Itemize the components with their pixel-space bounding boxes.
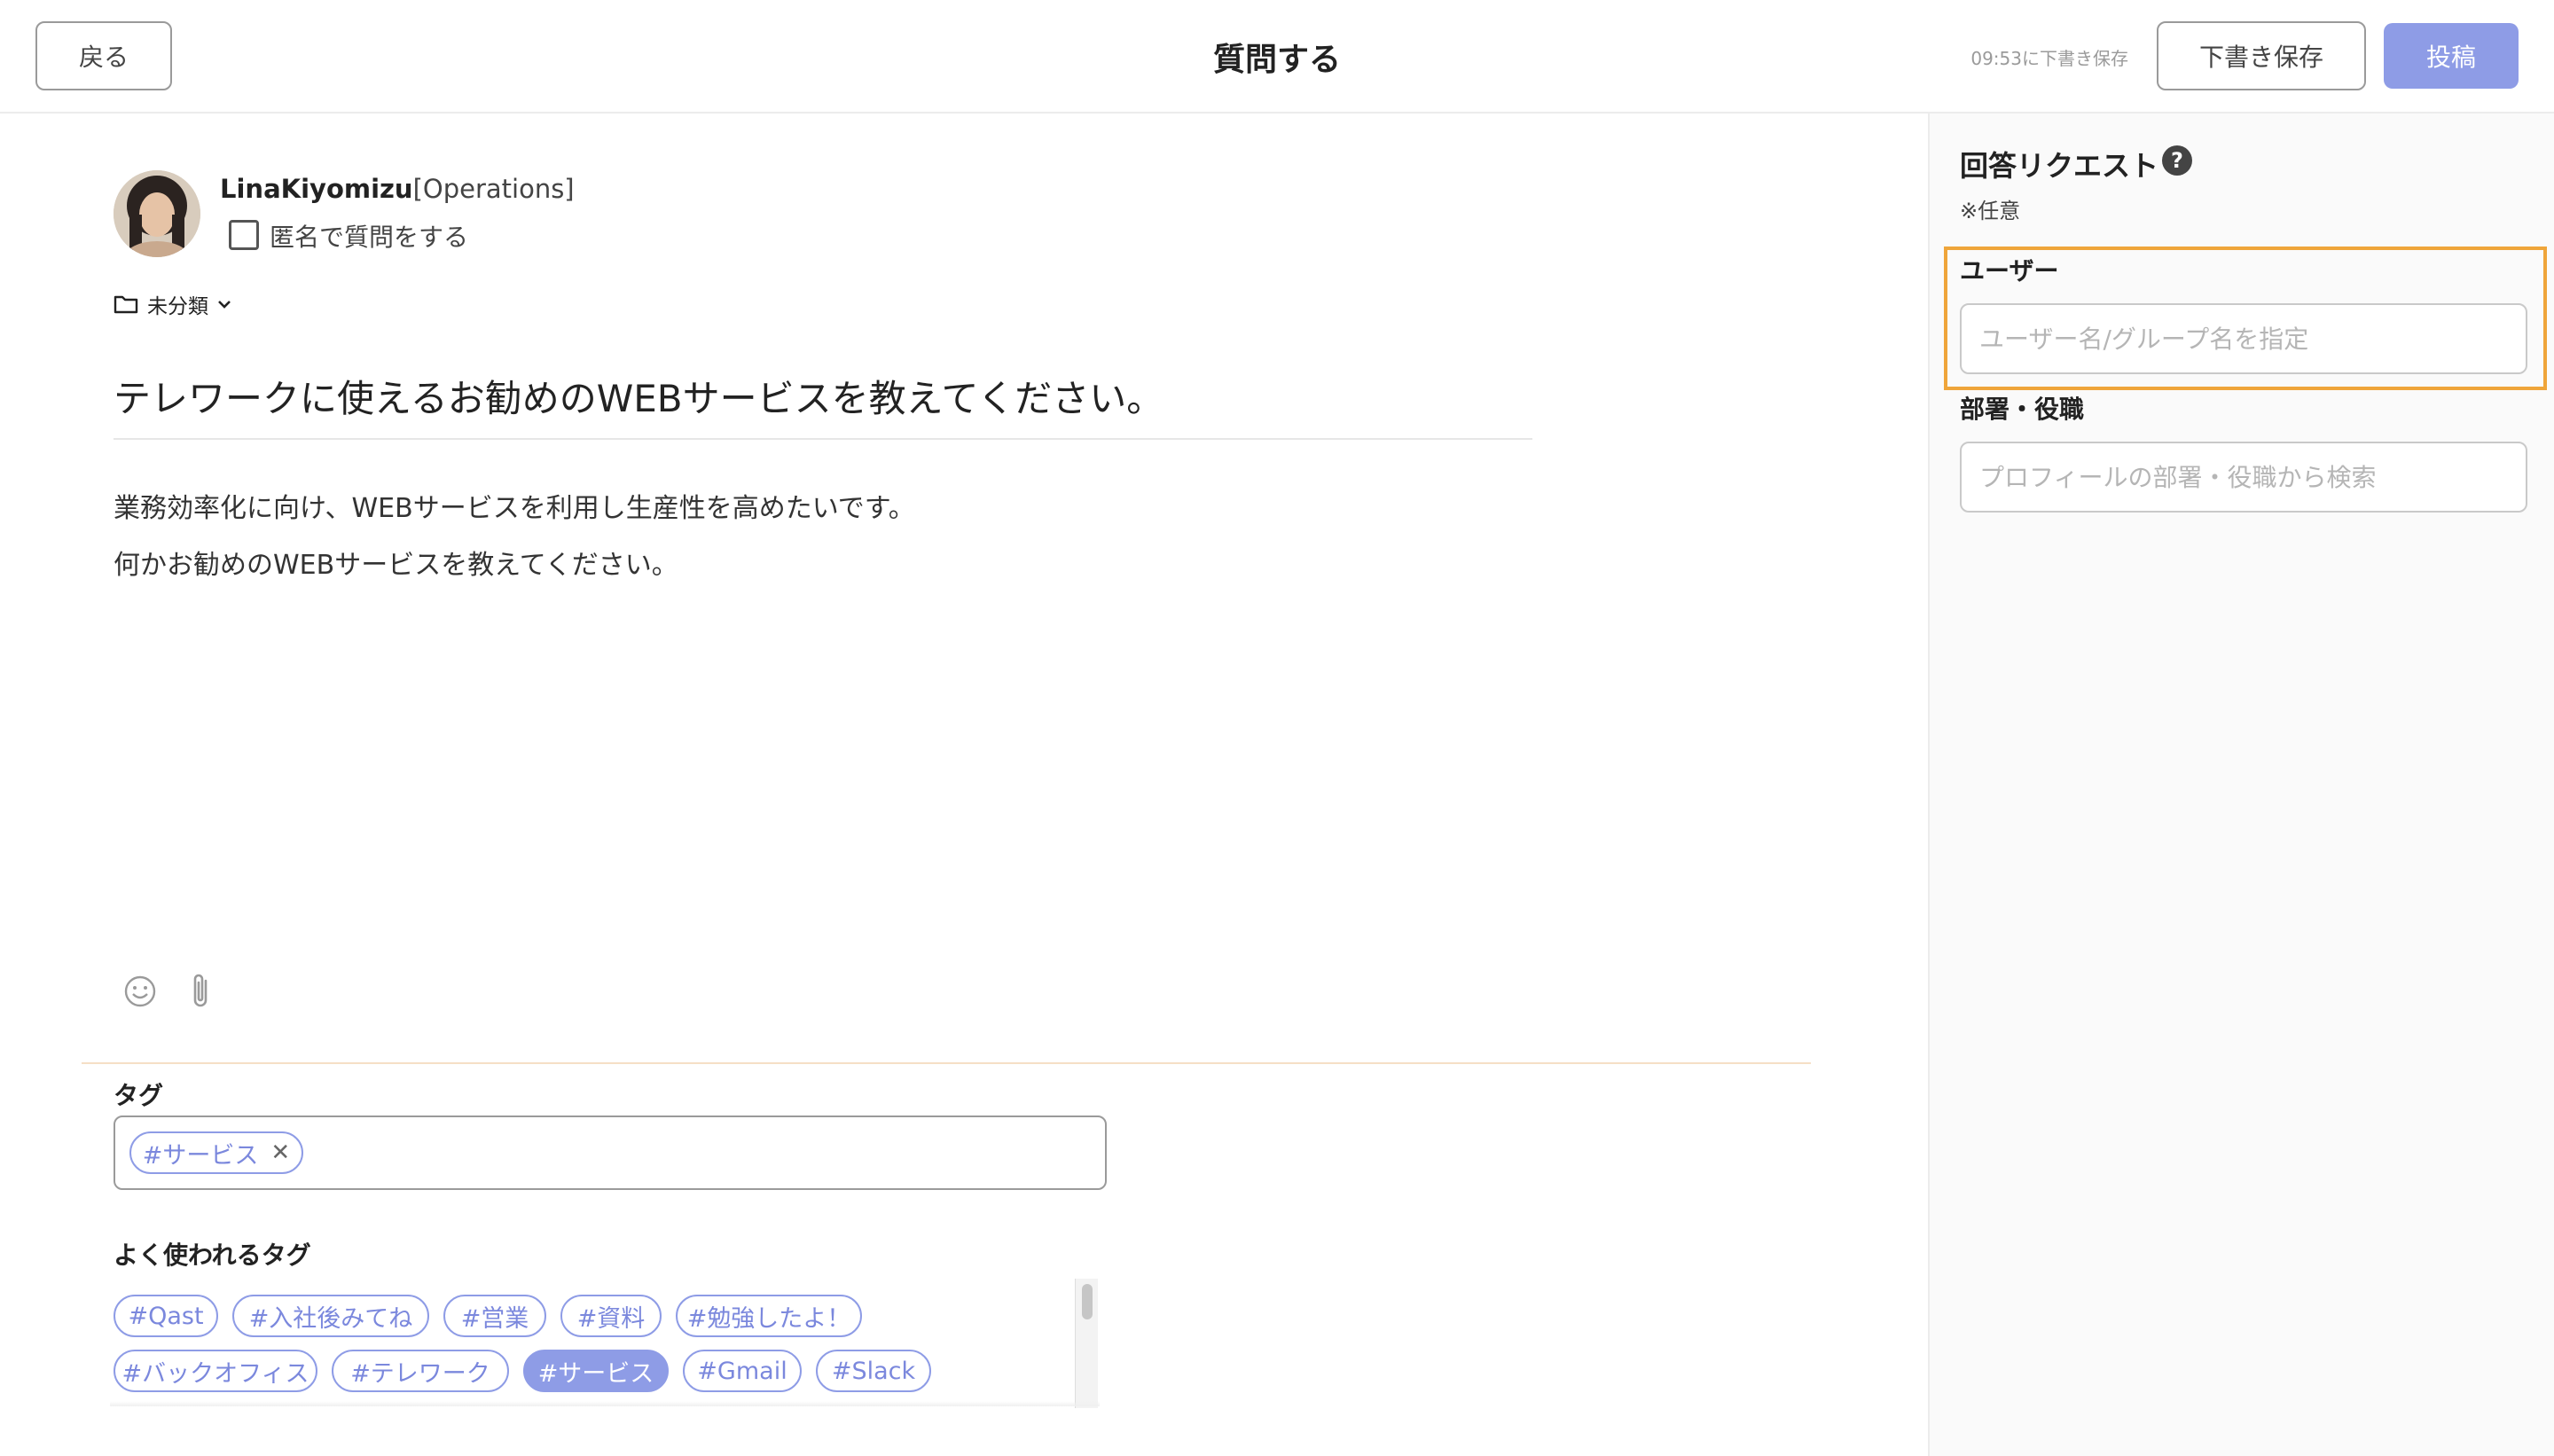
user-search-input[interactable]	[1960, 303, 2527, 374]
question-body[interactable]: 業務効率化に向け、WEBサービスを利用し生産性を高めたいです。 何かお勧めのWE…	[114, 481, 915, 594]
frequent-tag-chip[interactable]: #Gmail	[683, 1350, 802, 1392]
tags-scrollbar[interactable]	[1075, 1279, 1098, 1408]
category-label: 未分類	[147, 295, 208, 318]
title-divider	[114, 438, 1532, 440]
emoji-icon[interactable]	[122, 974, 158, 1009]
folder-icon	[114, 295, 138, 314]
list-fade	[110, 1401, 1100, 1406]
department-search-input[interactable]	[1960, 442, 2527, 513]
chevron-down-icon	[218, 301, 231, 309]
frequent-tag-chip-selected[interactable]: #サービス	[523, 1350, 669, 1392]
paperclip-icon[interactable]	[188, 970, 215, 1011]
save-draft-button[interactable]: 下書き保存	[2157, 21, 2366, 90]
post-button[interactable]: 投稿	[2384, 23, 2519, 89]
answer-request-panel: 回答リクエスト ? ※任意 ユーザー 部署・役職	[1928, 114, 2554, 1456]
question-title[interactable]: テレワークに使えるお勧めのWEBサービスを教えてください。	[114, 369, 1532, 423]
avatar	[114, 170, 200, 257]
anonymous-label[interactable]: 匿名で質問をする	[270, 218, 468, 254]
selected-tag-chip[interactable]: #サービス ✕	[129, 1131, 303, 1174]
top-bar: 戻る 質問する 09:53に下書き保存 下書き保存 投稿	[0, 0, 2554, 114]
question-body-line: 何かお勧めのWEBサービスを教えてください。	[114, 550, 678, 581]
editor-divider	[82, 1062, 1811, 1064]
help-icon[interactable]: ?	[2162, 145, 2192, 176]
remove-tag-icon[interactable]: ✕	[270, 1139, 290, 1166]
frequent-tag-chip[interactable]: #勉強したよ！	[676, 1295, 862, 1337]
anonymous-checkbox[interactable]	[229, 220, 259, 250]
frequent-tags-list: #Qast #入社後みてね #営業 #資料 #勉強したよ！ #バックオフィス #…	[110, 1275, 1100, 1405]
user-label: ユーザー	[1960, 256, 2059, 286]
author-department: [Operations]	[412, 174, 575, 204]
author-info: LinaKiyomizu[Operations]	[220, 174, 575, 204]
category-selector[interactable]: 未分類	[114, 289, 233, 319]
answer-request-title: 回答リクエスト	[1960, 149, 2159, 183]
department-label: 部署・役職	[1960, 395, 2085, 424]
frequent-tag-chip[interactable]: #テレワーク	[332, 1350, 509, 1392]
frequent-tags-label: よく使われるタグ	[114, 1241, 311, 1270]
question-body-line: 業務効率化に向け、WEBサービスを利用し生産性を高めたいです。	[114, 493, 915, 524]
frequent-tag-chip[interactable]: #Slack	[816, 1350, 931, 1392]
avatar-photo	[114, 170, 200, 257]
frequent-tag-chip[interactable]: #資料	[560, 1295, 662, 1337]
tag-input[interactable]: #サービス ✕	[114, 1115, 1107, 1190]
frequent-tag-chip[interactable]: #営業	[443, 1295, 546, 1337]
author-name: LinaKiyomizu	[220, 174, 413, 204]
tag-label: タグ	[114, 1081, 164, 1110]
frequent-tag-chip[interactable]: #Qast	[114, 1295, 218, 1337]
frequent-tag-chip[interactable]: #バックオフィス	[114, 1350, 317, 1392]
optional-note: ※任意	[1960, 199, 2021, 223]
draft-save-status: 09:53に下書き保存	[1970, 48, 2128, 69]
selected-tag-label: #サービス	[142, 1141, 259, 1170]
scrollbar-thumb[interactable]	[1082, 1284, 1093, 1319]
frequent-tag-chip[interactable]: #入社後みてね	[232, 1295, 429, 1337]
